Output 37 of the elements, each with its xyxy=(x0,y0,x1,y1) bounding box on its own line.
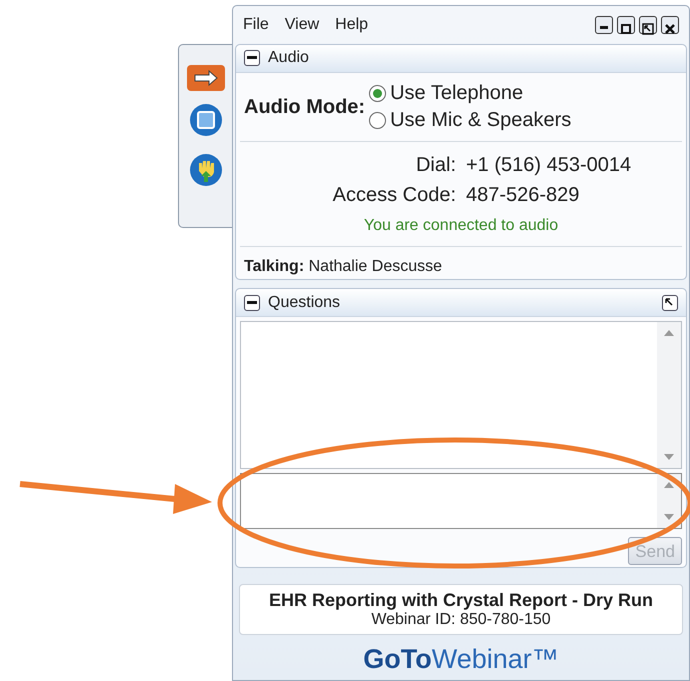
logo: GoToWebinar™ xyxy=(363,643,559,676)
maximize-button[interactable] xyxy=(617,16,635,34)
popout-button[interactable] xyxy=(639,16,657,34)
connection-status: You are connected to audio xyxy=(364,216,558,234)
access-code: 487-526-829 xyxy=(466,182,580,208)
popout-button[interactable] xyxy=(662,294,678,311)
audio-mode-label: Audio Mode: xyxy=(244,94,366,120)
dial-number: +1 (516) 453-0014 xyxy=(466,152,632,178)
section-title: Questions xyxy=(268,292,342,313)
question-input[interactable] xyxy=(240,473,682,530)
webinar-title: EHR Reporting with Crystal Report - Dry Run xyxy=(268,590,654,610)
menu-item[interactable]: View xyxy=(284,12,320,37)
raise-hand-icon[interactable] xyxy=(188,153,222,187)
radio-option[interactable]: Use Mic & Speakers xyxy=(369,106,572,134)
minimize-icon xyxy=(600,26,608,29)
talking-status: Talking: Nathalie Descusse xyxy=(244,258,442,275)
scroll-up-icon[interactable] xyxy=(664,482,674,488)
scroll-up-icon[interactable] xyxy=(664,330,674,336)
close-button[interactable] xyxy=(661,16,679,34)
radio-button[interactable] xyxy=(369,112,386,129)
collapse-button[interactable] xyxy=(244,50,260,66)
radio-button[interactable] xyxy=(369,84,386,102)
scroll-down-icon[interactable] xyxy=(664,454,674,460)
popout-icon xyxy=(640,20,656,37)
menu-item[interactable]: File xyxy=(243,12,269,37)
dial-label: Dial: xyxy=(414,152,456,178)
screen-icon[interactable] xyxy=(188,103,222,137)
webinar-id: Webinar ID: 850-780-150 xyxy=(371,610,551,630)
minus-icon xyxy=(247,300,257,305)
access-code-label: Access Code: xyxy=(332,182,456,208)
minus-icon xyxy=(247,56,257,60)
scroll-down-icon[interactable] xyxy=(664,514,674,520)
section-title: Audio xyxy=(268,48,310,68)
radio-option[interactable]: Use Telephone xyxy=(369,80,572,107)
menu-item[interactable]: Help xyxy=(335,12,368,37)
collapse-button[interactable] xyxy=(244,294,260,311)
minimize-button[interactable] xyxy=(595,16,613,34)
